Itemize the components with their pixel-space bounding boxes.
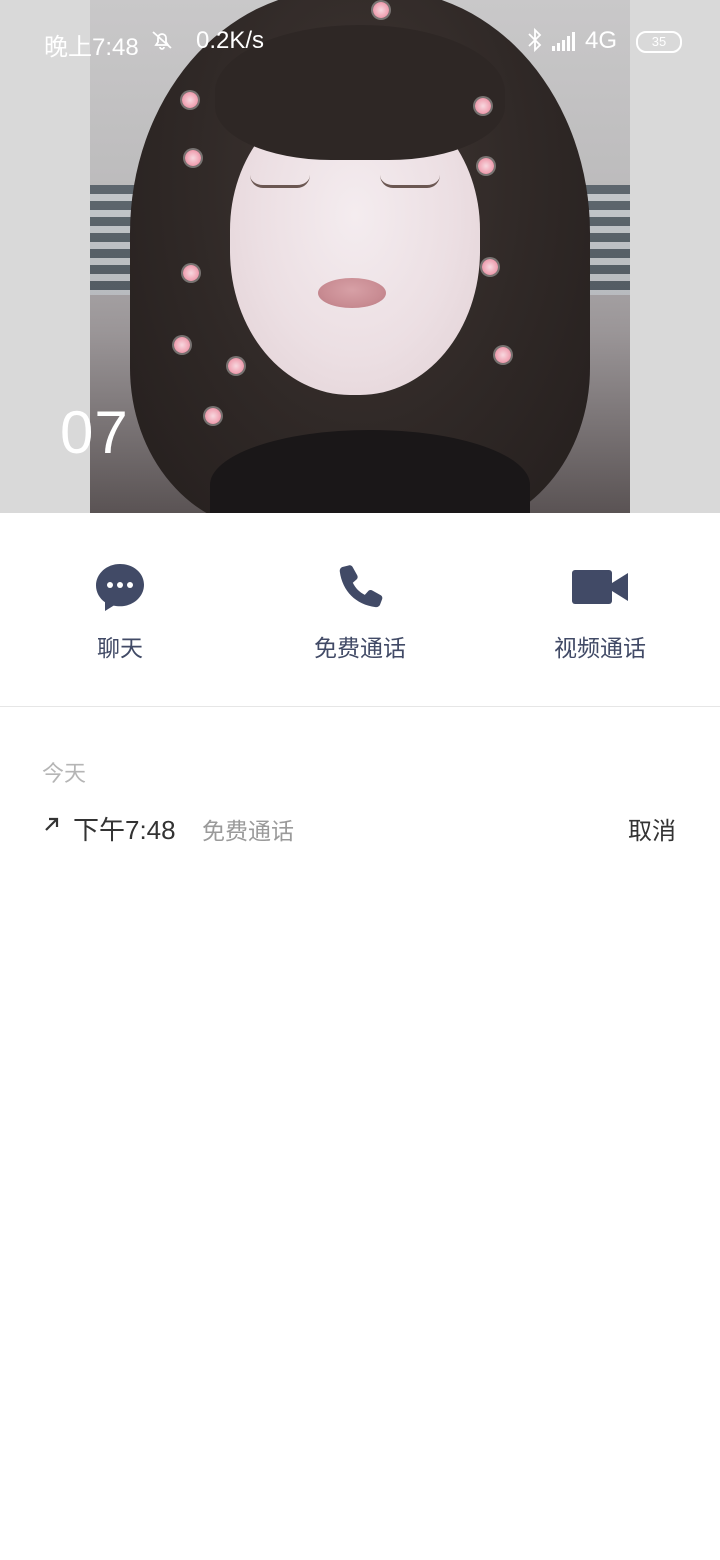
section-divider: [0, 706, 720, 707]
contact-name: 07: [60, 399, 129, 466]
flower-decoration: [205, 408, 221, 424]
battery-indicator: 35: [636, 31, 682, 53]
status-bar: 晚上7:48 0.2K/s 4G 35: [0, 0, 720, 84]
call-status: 取消: [628, 817, 676, 845]
chat-label: 聊天: [97, 636, 143, 662]
bluetooth-icon: [526, 27, 544, 59]
flower-decoration: [478, 158, 494, 174]
flower-decoration: [174, 337, 190, 353]
video-call-button[interactable]: 视频通话: [480, 561, 720, 671]
flower-decoration: [183, 265, 199, 281]
chat-button[interactable]: 聊天: [0, 561, 240, 671]
chat-bubble-icon: [0, 561, 240, 613]
signal-strength-icon: [552, 30, 580, 52]
free-call-label: 免费通话: [314, 636, 406, 662]
phone-icon: [240, 561, 480, 613]
contact-actions: 聊天 免费通话 视频通话: [0, 513, 720, 706]
network-speed: 0.2K/s: [196, 27, 265, 54]
status-time: 晚上7:48: [44, 34, 139, 61]
flower-decoration: [475, 98, 491, 114]
flower-decoration: [482, 259, 498, 275]
outgoing-arrow-icon: [42, 814, 62, 834]
free-call-button[interactable]: 免费通话: [240, 561, 480, 671]
call-time: 下午7:48: [73, 815, 176, 845]
left-eye: [250, 175, 310, 188]
network-type: 4G: [585, 27, 618, 54]
video-call-label: 视频通话: [554, 636, 646, 662]
video-camera-icon: [480, 561, 720, 613]
flower-decoration: [495, 347, 511, 363]
profile-header: 晚上7:48 0.2K/s 4G 35 07: [0, 0, 720, 513]
flower-decoration: [182, 92, 198, 108]
history-date-header: 今天: [42, 762, 87, 787]
bell-off-icon: [150, 28, 174, 58]
contact-detail-page: 晚上7:48 0.2K/s 4G 35 07 聊天 免费通话 视频通话 今天 下…: [0, 0, 720, 1560]
flower-decoration: [185, 150, 201, 166]
call-type: 免费通话: [202, 819, 294, 845]
flower-decoration: [228, 358, 244, 374]
call-history-row[interactable]: 下午7:48 免费通话 取消: [0, 808, 720, 848]
right-eye: [380, 175, 440, 188]
lips: [318, 278, 386, 308]
